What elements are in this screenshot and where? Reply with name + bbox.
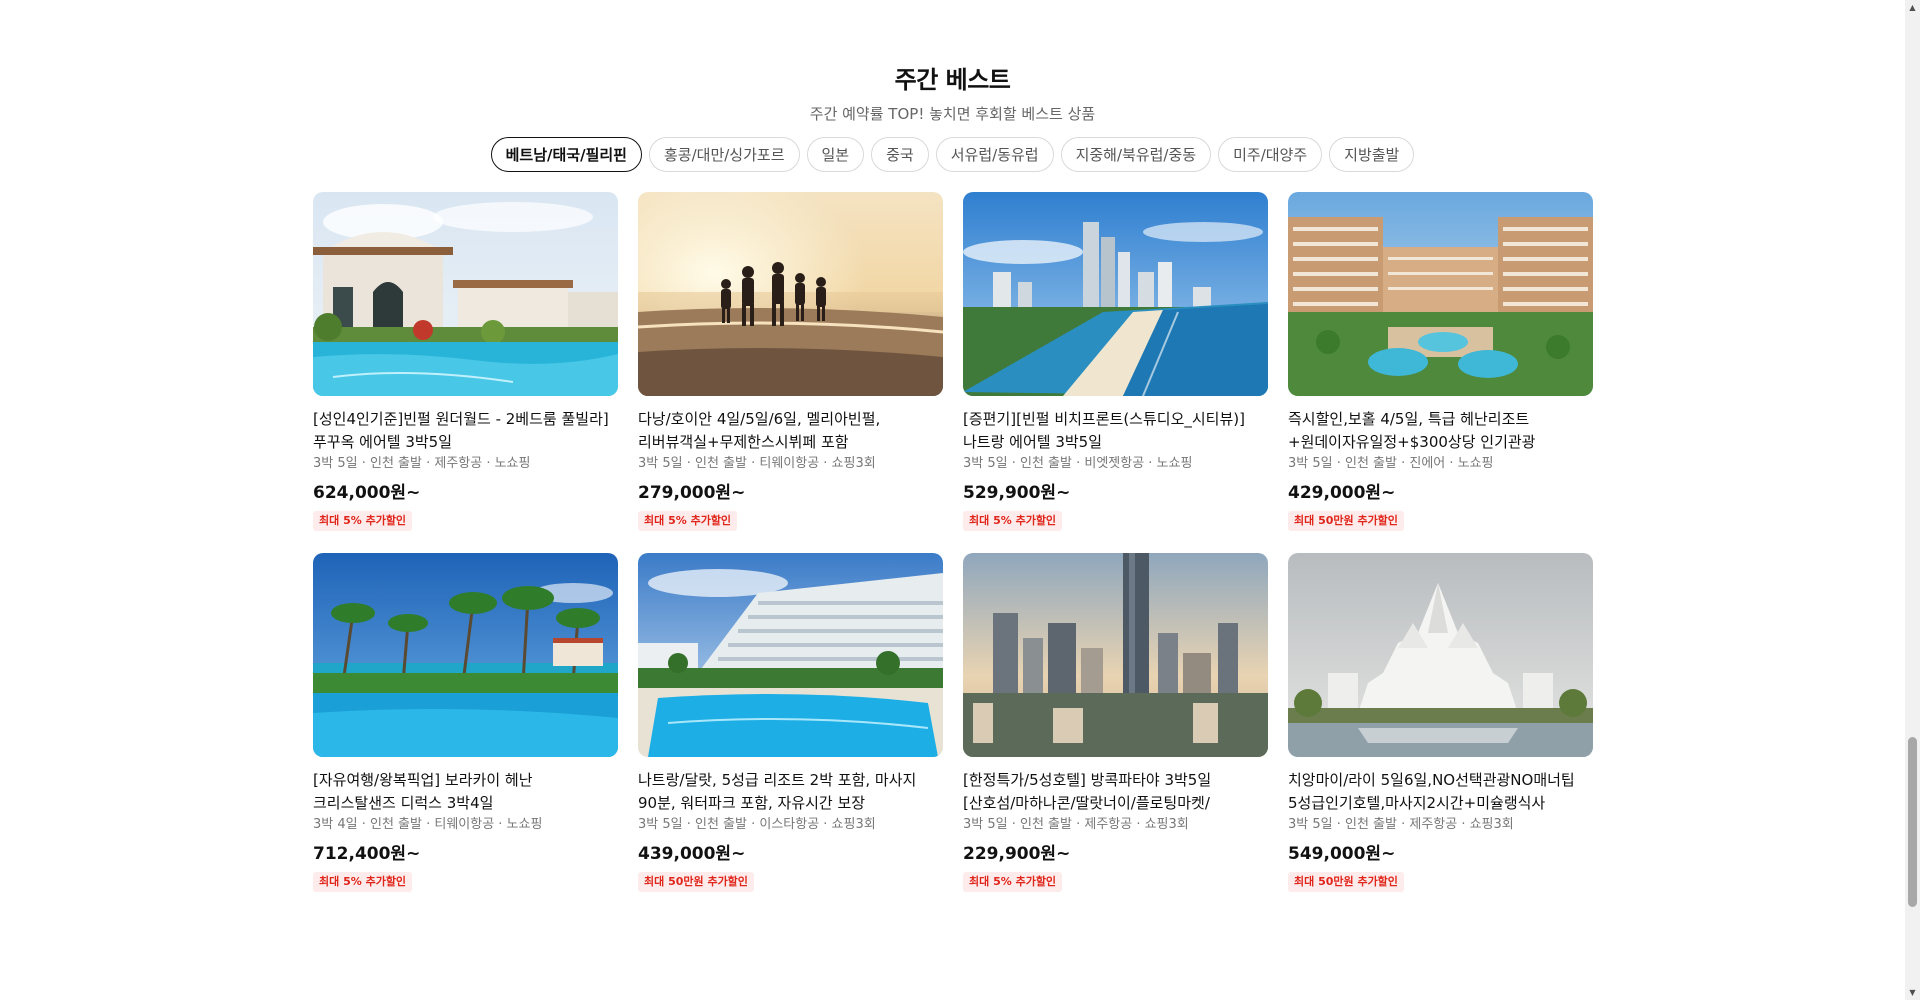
- product-price: 549,000원~: [1288, 844, 1396, 864]
- product-title[interactable]: 나트랑/달랏, 5성급 리조트 2박 포함, 마사지 90분, 워터파크 포함,…: [638, 769, 943, 815]
- discount-badge: 최대 5% 추가할인: [313, 511, 413, 531]
- product-title[interactable]: [자유여행/왕복픽업] 보라카이 헤난 크리스탈샌즈 디럭스 3박4일: [313, 769, 618, 815]
- product-title[interactable]: [한정특가/5성호텔] 방콕파타야 3박5일 [산호섬/마하나콘/딸랏너이/플로…: [963, 769, 1268, 815]
- product-title[interactable]: [증편기][빈펄 비치프론트(스튜디오_시티뷰)] 나트랑 에어텔 3박5일: [963, 408, 1268, 454]
- tab-regional-departure[interactable]: 지방출발: [1329, 137, 1415, 172]
- product-meta: 3박 5일 · 인천 출발 · 비엣젯항공 · 노쇼핑: [963, 456, 1193, 471]
- product-image-bangkok-skyline[interactable]: [963, 553, 1268, 757]
- product-grid: [성인4인기준]빈펄 원더월드 - 2베드룸 풀빌라] 푸꾸옥 에어텔 3박5일…: [313, 192, 1593, 894]
- product-meta: 3박 5일 · 인천 출발 · 이스타항공 · 쇼핑3회: [638, 817, 876, 832]
- tab-vietnam-thailand-philippines[interactable]: 베트남/태국/필리핀: [490, 137, 642, 172]
- product-image-white-temple[interactable]: [1288, 553, 1593, 757]
- product-card[interactable]: [성인4인기준]빈펄 원더월드 - 2베드룸 풀빌라] 푸꾸옥 에어텔 3박5일…: [313, 192, 618, 533]
- product-price: 279,000원~: [638, 483, 746, 503]
- product-title[interactable]: [성인4인기준]빈펄 원더월드 - 2베드룸 풀빌라] 푸꾸옥 에어텔 3박5일: [313, 408, 618, 454]
- tab-japan[interactable]: 일본: [806, 137, 865, 172]
- product-card[interactable]: [자유여행/왕복픽업] 보라카이 헤난 크리스탈샌즈 디럭스 3박4일 3박 4…: [313, 553, 618, 894]
- discount-badge: 최대 5% 추가할인: [638, 511, 738, 531]
- product-meta: 3박 5일 · 인천 출발 · 제주항공 · 노쇼핑: [313, 456, 531, 471]
- product-price: 624,000원~: [313, 483, 421, 503]
- product-card[interactable]: 나트랑/달랏, 5성급 리조트 2박 포함, 마사지 90분, 워터파크 포함,…: [638, 553, 943, 894]
- tab-china[interactable]: 중국: [871, 137, 929, 172]
- product-meta: 3박 5일 · 인천 출발 · 제주항공 · 쇼핑3회: [963, 817, 1189, 832]
- product-image-hotel-pool[interactable]: [638, 553, 943, 757]
- discount-badge: 최대 5% 추가할인: [963, 511, 1063, 531]
- section-subtitle: 주간 예약률 TOP! 놓치면 후회할 베스트 상품: [809, 105, 1096, 123]
- product-card[interactable]: [증편기][빈펄 비치프론트(스튜디오_시티뷰)] 나트랑 에어텔 3박5일 3…: [963, 192, 1268, 533]
- discount-badge: 최대 5% 추가할인: [313, 872, 413, 892]
- product-card[interactable]: 다낭/호이안 4일/5일/6일, 멜리아빈펄, 리버뷰객실+무제한스시뷔페 포함…: [638, 192, 943, 533]
- product-meta: 3박 4일 · 인천 출발 · 티웨이항공 · 노쇼핑: [313, 817, 543, 832]
- tab-mediterranean-nordic-middleeast[interactable]: 지중해/북유럽/중동: [1060, 137, 1212, 172]
- product-image-resort-courtyard[interactable]: [1288, 192, 1593, 396]
- product-price: 712,400원~: [313, 844, 421, 864]
- vertical-scrollbar[interactable]: ▲ ▼: [1905, 0, 1920, 1000]
- product-price: 529,900원~: [963, 483, 1071, 503]
- product-title[interactable]: 다낭/호이안 4일/5일/6일, 멜리아빈펄, 리버뷰객실+무제한스시뷔페 포함: [638, 408, 943, 454]
- product-title[interactable]: 치앙마이/라이 5일6일,NO선택관광NO매너팁 5성급인기호텔,마사지2시간+…: [1288, 769, 1593, 815]
- tab-americas-oceania[interactable]: 미주/대양주: [1218, 137, 1323, 172]
- product-title[interactable]: 즉시할인,보홀 4/5일, 특급 헤난리조트+원데이자유일정+$300상당 인기…: [1288, 408, 1593, 454]
- product-card[interactable]: 치앙마이/라이 5일6일,NO선택관광NO매너팁 5성급인기호텔,마사지2시간+…: [1288, 553, 1593, 894]
- discount-badge: 최대 5% 추가할인: [963, 872, 1063, 892]
- section-title: 주간 베스트: [894, 66, 1011, 94]
- tab-west-east-europe[interactable]: 서유럽/동유럽: [935, 137, 1054, 172]
- product-meta: 3박 5일 · 인천 출발 · 진에어 · 노쇼핑: [1288, 456, 1494, 471]
- product-image-infinity-pool[interactable]: [313, 553, 618, 757]
- region-tabs: 베트남/태국/필리핀 홍콩/대만/싱가포르 일본 중국 서유럽/동유럽 지중해/…: [0, 137, 1905, 172]
- product-image-family-beach[interactable]: [638, 192, 943, 396]
- product-meta: 3박 5일 · 인천 출발 · 티웨이항공 · 쇼핑3회: [638, 456, 876, 471]
- page: 주간 베스트 주간 예약률 TOP! 놓치면 후회할 베스트 상품 베트남/태국…: [0, 0, 1920, 1000]
- product-card[interactable]: 즉시할인,보홀 4/5일, 특급 헤난리조트+원데이자유일정+$300상당 인기…: [1288, 192, 1593, 533]
- product-image-coastal-city[interactable]: [963, 192, 1268, 396]
- product-meta: 3박 5일 · 인천 출발 · 제주항공 · 쇼핑3회: [1288, 817, 1514, 832]
- tab-hongkong-taiwan-singapore[interactable]: 홍콩/대만/싱가포르: [648, 137, 800, 172]
- discount-badge: 최대 50만원 추가할인: [1288, 872, 1404, 892]
- discount-badge: 최대 50만원 추가할인: [638, 872, 754, 892]
- section-header: 주간 베스트 주간 예약률 TOP! 놓치면 후회할 베스트 상품: [0, 60, 1905, 124]
- scrollbar-thumb[interactable]: [1908, 737, 1917, 907]
- discount-badge: 최대 50만원 추가할인: [1288, 511, 1404, 531]
- scroll-down-arrow-icon[interactable]: ▼: [1905, 985, 1920, 1000]
- product-price: 429,000원~: [1288, 483, 1396, 503]
- product-price: 439,000원~: [638, 844, 746, 864]
- product-card[interactable]: [한정특가/5성호텔] 방콕파타야 3박5일 [산호섬/마하나콘/딸랏너이/플로…: [963, 553, 1268, 894]
- scroll-up-arrow-icon[interactable]: ▲: [1905, 0, 1920, 15]
- product-price: 229,900원~: [963, 844, 1071, 864]
- product-image-villa-pool[interactable]: [313, 192, 618, 396]
